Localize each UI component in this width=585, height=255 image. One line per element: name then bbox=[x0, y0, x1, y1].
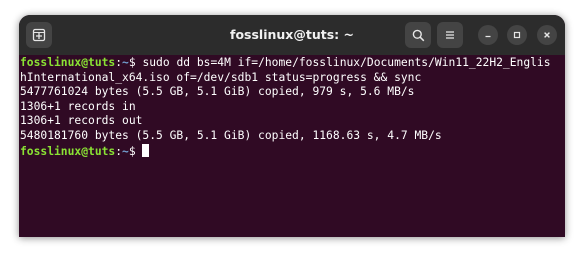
minimize-button[interactable] bbox=[478, 25, 498, 45]
minimize-icon bbox=[485, 35, 491, 38]
search-icon bbox=[412, 29, 424, 41]
command-line-1: fosslinux@tuts:~$ sudo dd bs=4M if=/home… bbox=[19, 56, 565, 71]
close-icon bbox=[544, 32, 550, 38]
terminal-output-area[interactable]: fosslinux@tuts:~$ sudo dd bs=4M if=/home… bbox=[19, 55, 565, 237]
output-line: 5480181760 bytes (5.5 GB, 5.1 GiB) copie… bbox=[20, 128, 442, 142]
prompt-user: fosslinux@tuts bbox=[20, 56, 116, 69]
text-cursor bbox=[142, 143, 150, 157]
prompt-separator: : bbox=[115, 144, 123, 158]
maximize-button[interactable] bbox=[507, 25, 527, 45]
new-tab-button[interactable] bbox=[26, 22, 52, 48]
maximize-icon bbox=[513, 31, 521, 39]
command-line-2: hInternational_x64.iso of=/dev/sdb1 stat… bbox=[19, 71, 565, 86]
prompt-path: ~ bbox=[122, 144, 129, 158]
output-line: 5477761024 bytes (5.5 GB, 5.1 GiB) copie… bbox=[20, 85, 415, 99]
prompt-user: fosslinux@tuts bbox=[20, 144, 116, 158]
command-text: sudo dd bs=4M if=/home/fosslinux/Documen… bbox=[142, 56, 551, 69]
prompt-path: ~ bbox=[122, 56, 129, 69]
command-text-continued: hInternational_x64.iso of=/dev/sdb1 stat… bbox=[20, 70, 422, 84]
close-button[interactable] bbox=[537, 25, 557, 45]
title-bar: fosslinux@tuts: ~ bbox=[19, 15, 565, 55]
new-tab-icon bbox=[32, 28, 46, 42]
prompt-line: fosslinux@tuts:~$ bbox=[19, 143, 565, 159]
prompt-symbol: $ bbox=[128, 56, 143, 69]
output-line: 1306+1 records in bbox=[20, 99, 136, 113]
terminal-window: fosslinux@tuts: ~ fosslinux@tuts:~$ sudo… bbox=[19, 15, 565, 237]
output-line: 1306+1 records out bbox=[20, 114, 143, 128]
menu-button[interactable] bbox=[437, 22, 463, 48]
search-button[interactable] bbox=[405, 22, 431, 48]
prompt-symbol: $ bbox=[128, 144, 143, 158]
prompt-separator: : bbox=[115, 56, 123, 69]
hamburger-menu-icon bbox=[446, 31, 454, 39]
